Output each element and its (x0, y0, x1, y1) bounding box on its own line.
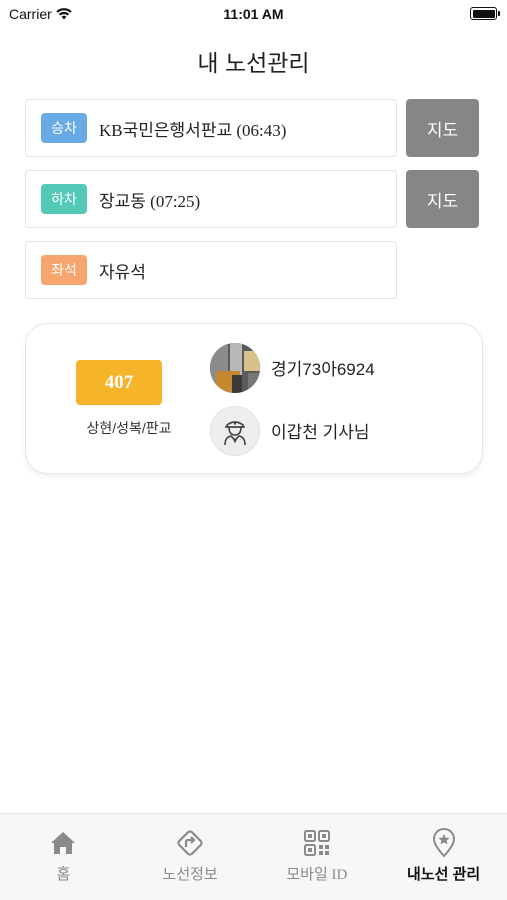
bottom-tab-bar: 홈 노선정보 모바일 ID 내노선 관리 (0, 813, 507, 900)
status-time: 11:01 AM (223, 6, 284, 22)
boarding-stop-row: 승차 KB국민은행서판교 (06:43) (25, 99, 397, 157)
boarding-stop-text: KB국민은행서판교 (06:43) (99, 120, 287, 140)
driver-avatar (210, 406, 260, 456)
boarding-map-button[interactable]: 지도 (406, 99, 479, 157)
battery-fill (472, 9, 495, 18)
route-number-badge: 407 (76, 360, 162, 405)
home-icon (51, 832, 76, 854)
page-title: 내 노선관리 (197, 50, 310, 76)
alighting-map-button[interactable]: 지도 (406, 170, 479, 228)
seat-type-text: 자유석 (99, 262, 146, 282)
tab-my-routes-label: 내노선 관리 (407, 866, 481, 883)
alighting-stop-text: 장교동 (07:25) (99, 191, 201, 211)
driver-name: 이갑천 기사님 (271, 423, 370, 442)
route-description: 상현/성복/판교 (86, 420, 172, 436)
bus-info-card: 407 상현/성복/판교 경기73아6924 이갑천 기사님 (25, 323, 483, 474)
battery-tip (498, 11, 500, 16)
boarding-tag: 승차 (41, 113, 87, 143)
seat-tag: 좌석 (41, 255, 87, 285)
seat-row: 좌석 자유석 (25, 241, 397, 299)
status-bar: Carrier 11:01 AM (0, 0, 507, 28)
tab-route-info-label: 노선정보 (162, 867, 218, 883)
bus-plate-number: 경기73아6924 (271, 360, 375, 379)
tab-mobile-id-label: 모바일 ID (286, 867, 348, 883)
battery-icon (470, 7, 500, 20)
tab-home-label: 홈 (56, 867, 71, 883)
tab-home[interactable]: 홈 (0, 814, 127, 900)
route-direction-icon (177, 830, 203, 856)
driver-icon (224, 421, 246, 446)
tab-route-info[interactable]: 노선정보 (127, 814, 254, 900)
tab-mobile-id[interactable]: 모바일 ID (254, 814, 381, 900)
bus-interior-image (210, 343, 260, 393)
bus-photo (210, 343, 260, 393)
alighting-stop-row: 하차 장교동 (07:25) (25, 170, 397, 228)
alighting-tag: 하차 (41, 184, 87, 214)
tab-my-routes[interactable]: 내노선 관리 (380, 814, 507, 900)
location-pin-icon (432, 828, 455, 858)
qr-code-icon (303, 830, 330, 856)
